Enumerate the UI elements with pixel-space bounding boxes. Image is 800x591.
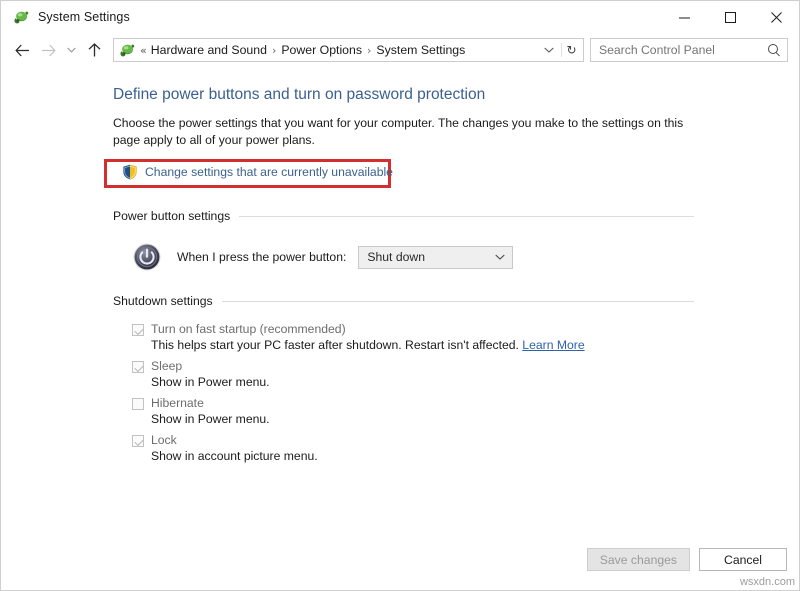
power-button-settings-group: Power button settings When I press the p… bbox=[113, 209, 694, 272]
checkbox-hibernate[interactable] bbox=[132, 398, 144, 410]
power-button-settings-header: Power button settings bbox=[113, 209, 694, 223]
minimize-button[interactable] bbox=[661, 1, 707, 34]
checkbox-description-text: This helps start your PC faster after sh… bbox=[151, 338, 519, 352]
page-description: Choose the power settings that you want … bbox=[113, 116, 684, 147]
checkbox-fast-startup[interactable] bbox=[132, 324, 144, 336]
system-settings-window: System Settings « Hardware and Sound › P… bbox=[0, 0, 800, 591]
checkbox-label-hibernate: Hibernate bbox=[151, 396, 204, 410]
power-button-row: When I press the power button: Shut down bbox=[113, 242, 694, 272]
breadcrumb-overflow[interactable]: « bbox=[138, 44, 151, 57]
forward-button[interactable] bbox=[35, 37, 61, 63]
shutdown-settings-title: Shutdown settings bbox=[113, 294, 213, 308]
footer-buttons: Save changes Cancel bbox=[586, 548, 787, 571]
checkbox-row-sleep[interactable]: Sleep bbox=[132, 359, 694, 373]
address-bar[interactable]: « Hardware and Sound › Power Options › S… bbox=[113, 38, 584, 62]
breadcrumb-item-power-options[interactable]: Power Options bbox=[281, 43, 362, 57]
checkbox-label-lock: Lock bbox=[151, 433, 177, 447]
search-input[interactable] bbox=[599, 43, 767, 57]
title-bar: System Settings bbox=[1, 1, 799, 34]
checkbox-description-fast-startup: This helps start your PC faster after sh… bbox=[151, 337, 694, 353]
search-box[interactable] bbox=[590, 38, 788, 62]
minimize-icon bbox=[678, 17, 690, 18]
recent-pages-button[interactable] bbox=[61, 37, 81, 63]
checkbox-row-hibernate[interactable]: Hibernate bbox=[132, 396, 694, 410]
shutdown-settings-list: Turn on fast startup (recommended) This … bbox=[113, 322, 694, 464]
checkbox-label-sleep: Sleep bbox=[151, 359, 183, 373]
power-options-icon bbox=[119, 42, 135, 58]
back-arrow-icon bbox=[14, 44, 29, 56]
page-title: Define power buttons and turn on passwor… bbox=[113, 86, 486, 103]
save-changes-button[interactable]: Save changes bbox=[586, 548, 690, 571]
power-button-icon bbox=[132, 242, 162, 272]
uac-shield-icon bbox=[122, 164, 138, 180]
chevron-down-icon bbox=[495, 252, 506, 263]
refresh-icon[interactable]: ↻ bbox=[561, 43, 581, 57]
up-arrow-icon bbox=[88, 43, 100, 57]
caption-buttons bbox=[661, 1, 799, 34]
breadcrumb-item-system-settings[interactable]: System Settings bbox=[376, 43, 465, 57]
window-title: System Settings bbox=[38, 10, 130, 24]
maximize-icon bbox=[724, 11, 736, 23]
checkbox-sleep[interactable] bbox=[132, 361, 144, 373]
chevron-down-icon[interactable] bbox=[540, 45, 561, 56]
search-icon bbox=[767, 43, 781, 57]
cancel-button[interactable]: Cancel bbox=[699, 548, 787, 571]
back-button[interactable] bbox=[9, 37, 35, 63]
breadcrumb-separator: › bbox=[367, 43, 372, 57]
breadcrumb-separator: › bbox=[271, 43, 277, 57]
checkbox-label-fast-startup: Turn on fast startup (recommended) bbox=[151, 322, 346, 336]
checkbox-description-sleep: Show in Power menu. bbox=[151, 375, 270, 389]
power-button-action-dropdown[interactable]: Shut down bbox=[358, 245, 514, 269]
navigation-bar: « Hardware and Sound › Power Options › S… bbox=[1, 34, 799, 66]
watermark: wsxdn.com bbox=[739, 576, 795, 588]
recent-pages-chevron-icon bbox=[66, 47, 76, 53]
power-button-action-value: Shut down bbox=[367, 250, 425, 264]
shutdown-settings-group: Shutdown settings Turn on fast startup (… bbox=[113, 294, 694, 464]
checkbox-description-lock: Show in account picture menu. bbox=[151, 449, 318, 463]
maximize-button[interactable] bbox=[707, 1, 753, 34]
section-divider bbox=[239, 215, 694, 217]
power-options-icon bbox=[13, 9, 29, 25]
breadcrumb-item-hardware-and-sound[interactable]: Hardware and Sound bbox=[151, 43, 267, 57]
checkbox-row-lock[interactable]: Lock bbox=[132, 433, 694, 447]
learn-more-link[interactable]: Learn More bbox=[522, 338, 584, 352]
uac-link-row: Change settings that are currently unava… bbox=[104, 159, 694, 188]
checkbox-lock[interactable] bbox=[132, 435, 144, 447]
change-settings-link[interactable]: Change settings that are currently unava… bbox=[122, 164, 393, 180]
breadcrumb: « Hardware and Sound › Power Options › S… bbox=[138, 43, 540, 57]
checkbox-row-fast-startup[interactable]: Turn on fast startup (recommended) bbox=[132, 322, 694, 336]
power-button-row-label: When I press the power button: bbox=[177, 250, 347, 264]
power-button-settings-title: Power button settings bbox=[113, 209, 231, 223]
main-content: Define power buttons and turn on passwor… bbox=[1, 66, 799, 590]
close-button[interactable] bbox=[753, 1, 799, 34]
up-button[interactable] bbox=[81, 37, 107, 63]
checkbox-description-hibernate: Show in Power menu. bbox=[151, 412, 270, 426]
shutdown-settings-header: Shutdown settings bbox=[113, 294, 694, 308]
change-settings-link-label[interactable]: Change settings that are currently unava… bbox=[145, 165, 393, 179]
section-divider bbox=[221, 300, 694, 302]
forward-arrow-icon bbox=[41, 44, 56, 56]
close-icon bbox=[770, 11, 782, 23]
